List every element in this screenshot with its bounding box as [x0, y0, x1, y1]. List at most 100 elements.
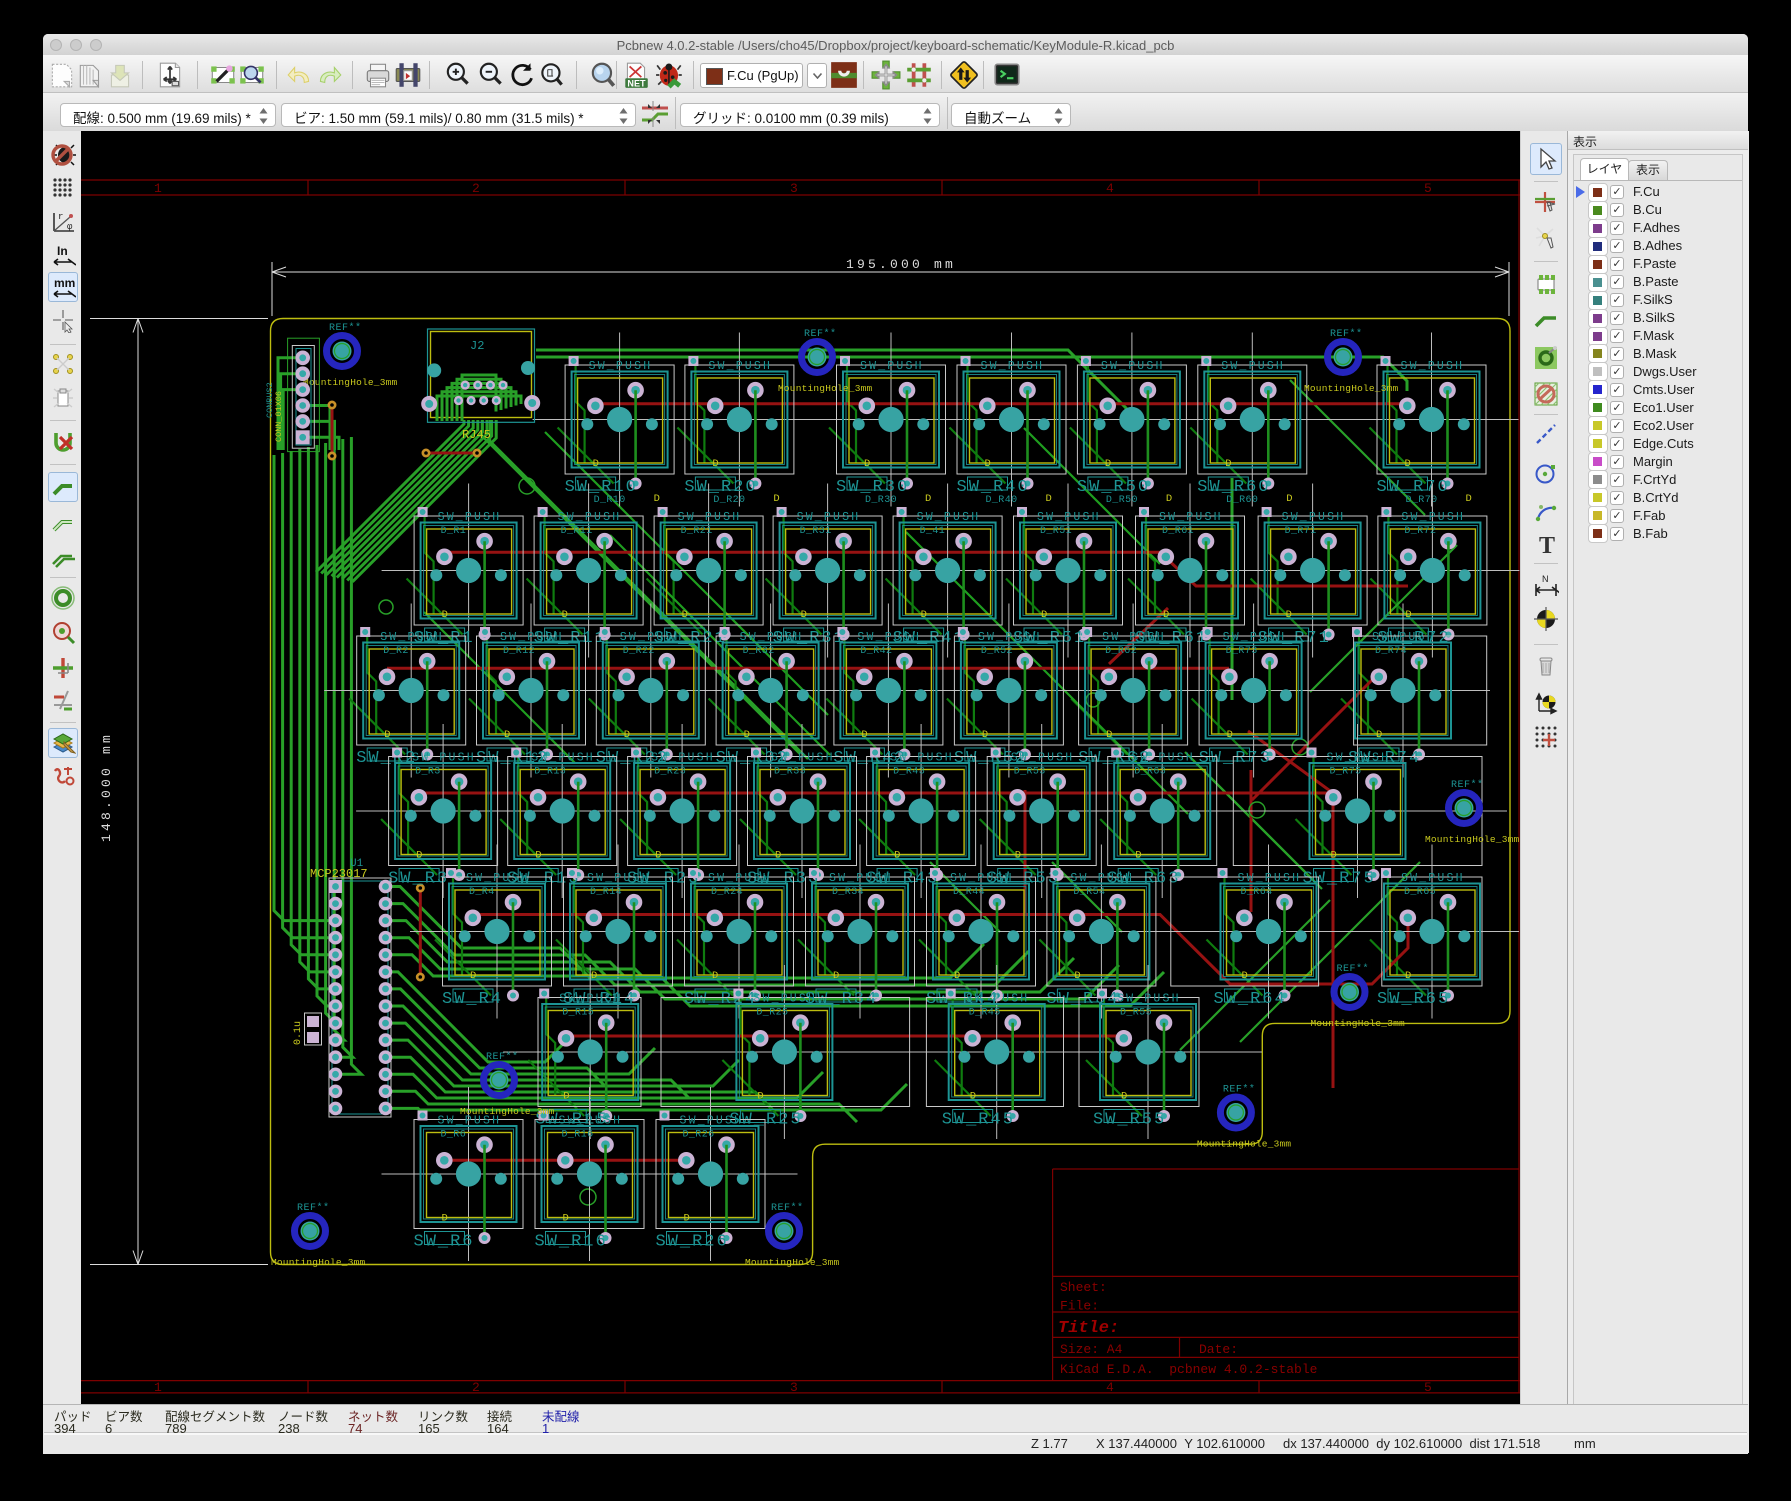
svg-text:2: 2: [472, 181, 480, 196]
svg-text:D_R6: D_R6: [441, 1130, 467, 1141]
svg-text:MountingHole_3mm: MountingHole_3mm: [778, 383, 873, 394]
svg-text:D: D: [1106, 729, 1112, 741]
svg-text:D_R3: D_R3: [415, 767, 441, 778]
svg-text:CONN_01X06: CONN_01X06: [274, 391, 284, 442]
svg-text:SW_PUSH: SW_PUSH: [1401, 872, 1465, 885]
svg-text:SW_PUSH: SW_PUSH: [500, 631, 564, 644]
svg-text:SW_PUSH: SW_PUSH: [1223, 631, 1287, 644]
svg-text:4: 4: [1106, 1380, 1114, 1395]
svg-text:REF**: REF**: [1451, 779, 1484, 791]
svg-text:D: D: [985, 458, 991, 470]
svg-text:mm: mm: [54, 276, 75, 290]
svg-text:SW_PUSH: SW_PUSH: [708, 360, 772, 373]
svg-text:REF**: REF**: [486, 1051, 519, 1063]
svg-text:D: D: [1105, 458, 1111, 470]
svg-text:SW_PUSH: SW_PUSH: [740, 631, 804, 644]
svg-text:D: D: [1041, 609, 1047, 621]
svg-text:D: D: [801, 609, 807, 621]
svg-text:D: D: [562, 609, 568, 621]
svg-text:Title:: Title:: [1058, 1319, 1119, 1338]
svg-text:D_R64: D_R64: [1241, 887, 1273, 898]
svg-text:SW_PUSH: SW_PUSH: [1282, 511, 1346, 524]
svg-text:D_R71: D_R71: [1285, 526, 1317, 537]
svg-text:D: D: [775, 850, 781, 862]
svg-text:SW_PUSH: SW_PUSH: [978, 631, 1042, 644]
svg-text:SW_R20: SW_R20: [684, 478, 757, 497]
svg-text:D: D: [682, 609, 688, 621]
svg-text:SW_R50: SW_R50: [1077, 478, 1150, 497]
svg-text:D_R32: D_R32: [743, 646, 775, 657]
svg-text:D_R72: D_R72: [1404, 526, 1436, 537]
svg-text:SW_PUSH: SW_PUSH: [559, 993, 623, 1006]
svg-text:SW_PUSH: SW_PUSH: [1327, 752, 1391, 765]
svg-text:D: D: [954, 970, 960, 982]
svg-text:REF**: REF**: [329, 322, 362, 334]
svg-text:SW_PUSH: SW_PUSH: [857, 631, 921, 644]
svg-text:SW_PUSH: SW_PUSH: [531, 752, 595, 765]
svg-text:SW_PUSH: SW_PUSH: [1070, 872, 1134, 885]
svg-text:REF**: REF**: [1337, 963, 1370, 975]
svg-text:REF**: REF**: [1223, 1084, 1256, 1096]
svg-text:D_R44: D_R44: [953, 887, 985, 898]
svg-text:D: D: [833, 970, 839, 982]
svg-text:D: D: [442, 1213, 448, 1225]
svg-text:N: N: [1542, 574, 1549, 584]
svg-text:D_R21: D_R21: [681, 526, 713, 537]
svg-text:D_R31: D_R31: [800, 526, 832, 537]
svg-text:D: D: [1331, 850, 1337, 862]
svg-text:SW_R40: SW_R40: [957, 478, 1030, 497]
svg-text:D: D: [470, 970, 476, 982]
svg-text:D: D: [384, 729, 390, 741]
svg-text:D: D: [773, 493, 779, 505]
svg-text:SW_R2: SW_R2: [356, 749, 417, 768]
svg-text:D_R55: D_R55: [1120, 1008, 1152, 1019]
svg-text:D: D: [1376, 729, 1382, 741]
svg-text:D: D: [864, 458, 870, 470]
svg-text:MountingHole_3mm: MountingHole_3mm: [1311, 1018, 1406, 1029]
svg-text:SW_PUSH: SW_PUSH: [1221, 360, 1285, 373]
svg-text:D_R43: D_R43: [893, 767, 925, 778]
svg-text:D_41: D_41: [920, 526, 946, 537]
svg-text:D: D: [925, 493, 931, 505]
svg-text:Date:: Date:: [1199, 1342, 1238, 1357]
svg-text:D_R13: D_R13: [534, 767, 566, 778]
svg-text:D_R65: D_R65: [1404, 887, 1436, 898]
svg-text:SW_R65: SW_R65: [1377, 990, 1450, 1009]
svg-text:D: D: [563, 1213, 569, 1225]
svg-text:195.000 mm: 195.000 mm: [846, 257, 956, 272]
svg-text:D_R15: D_R15: [562, 1008, 594, 1019]
svg-text:SW_R54: SW_R54: [1046, 990, 1119, 1009]
svg-text:D_R52: D_R52: [981, 646, 1013, 657]
svg-text:D: D: [1163, 609, 1169, 621]
svg-text:D_R16: D_R16: [562, 1130, 594, 1141]
svg-text:Sheet:: Sheet:: [1060, 1280, 1107, 1295]
svg-text:D: D: [1166, 493, 1172, 505]
svg-text:MountingHole_3mm: MountingHole_3mm: [303, 377, 398, 388]
svg-text:D: D: [757, 1091, 763, 1103]
svg-text:KiCad E.D.A. pcbnew 4.0.2-sta: KiCad E.D.A. pcbnew 4.0.2-stable: [1060, 1362, 1317, 1377]
svg-text:SW_R3: SW_R3: [388, 870, 449, 889]
svg-text:REF**: REF**: [297, 1202, 330, 1214]
svg-text:SW_PUSH: SW_PUSH: [438, 511, 502, 524]
svg-text:SW_PUSH: SW_PUSH: [1101, 360, 1165, 373]
svg-text:SW_PUSH: SW_PUSH: [1037, 511, 1101, 524]
svg-text:SW_PUSH: SW_PUSH: [966, 993, 1030, 1006]
svg-text:D_R73: D_R73: [1226, 646, 1258, 657]
svg-text:D: D: [504, 729, 510, 741]
svg-text:MountingHole_3mm: MountingHole_3mm: [745, 1257, 840, 1268]
svg-text:1: 1: [154, 181, 162, 196]
svg-text:0.1u: 0.1u: [293, 1021, 304, 1045]
svg-text:SW_R16: SW_R16: [535, 1233, 608, 1252]
svg-text:SW_PUSH: SW_PUSH: [1238, 872, 1302, 885]
svg-text:SW_PUSH: SW_PUSH: [797, 511, 861, 524]
svg-text:SW_PUSH: SW_PUSH: [1131, 752, 1195, 765]
svg-text:SW_PUSH: SW_PUSH: [589, 360, 653, 373]
svg-text:SW_PUSH: SW_PUSH: [829, 872, 893, 885]
svg-text:D: D: [1227, 729, 1233, 741]
svg-text:J2: J2: [470, 339, 484, 353]
svg-text:SW_R30: SW_R30: [836, 478, 909, 497]
svg-text:D_R23: D_R23: [654, 767, 686, 778]
svg-text:D: D: [712, 970, 718, 982]
svg-text:D: D: [442, 609, 448, 621]
svg-text:D: D: [1405, 970, 1411, 982]
